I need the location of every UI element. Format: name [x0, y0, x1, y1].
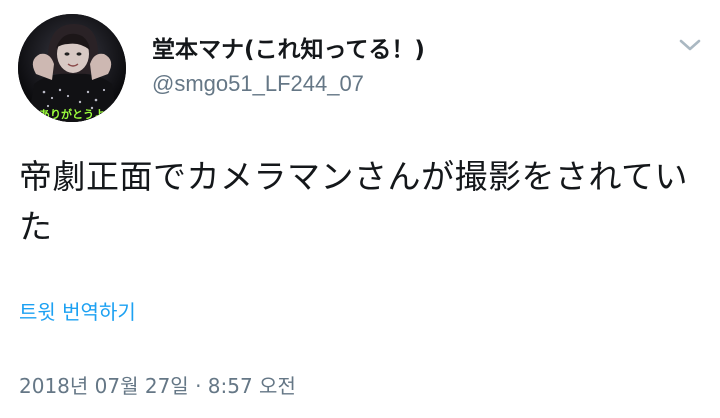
avatar[interactable]: ありがとうよ: [18, 14, 126, 122]
avatar-caption: ありがとうよ: [39, 107, 105, 121]
author-info: 堂本マナ(これ知ってる！) @smgo51_LF244_07: [152, 36, 425, 97]
tweet-card: ありがとうよ 堂本マナ(これ知ってる！) @smgo51_LF244_07 帝劇…: [0, 0, 720, 418]
chevron-down-icon[interactable]: [676, 34, 704, 56]
display-name[interactable]: 堂本マナ(これ知ってる！): [152, 36, 425, 64]
translate-tweet-link[interactable]: 트윗 번역하기: [19, 299, 136, 325]
user-handle[interactable]: @smgo51_LF244_07: [152, 71, 425, 97]
tweet-text: 帝劇正面でカメラマンさんが撮影をされていた: [19, 157, 689, 246]
tweet-timestamp: 2018년 07월 27일 · 8:57 오전: [19, 374, 296, 398]
